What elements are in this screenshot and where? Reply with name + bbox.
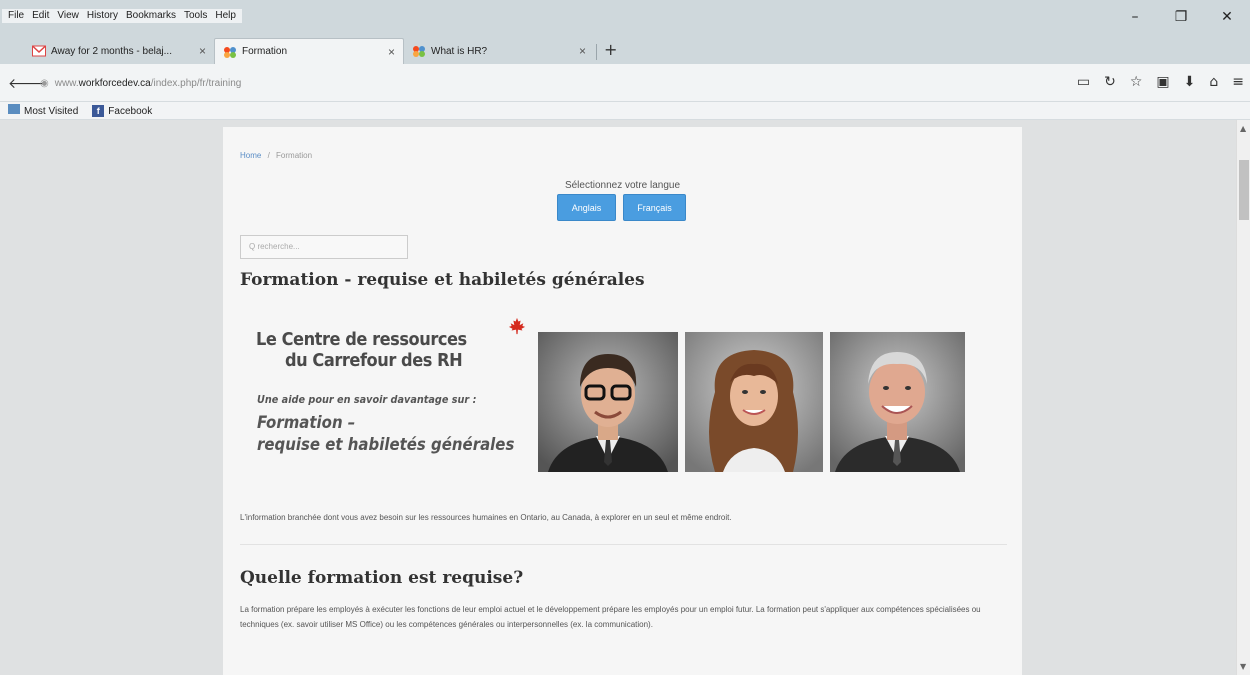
scroll-up-arrow-icon[interactable]: ▲ <box>1240 124 1246 133</box>
breadcrumb-separator: / <box>267 151 270 160</box>
scroll-down-arrow-icon[interactable]: ▼ <box>1240 662 1246 671</box>
scroll-thumb[interactable] <box>1239 160 1249 220</box>
intro-text: L'information branchée dont vous avez be… <box>240 513 732 522</box>
search-input[interactable]: Q recherche... <box>240 235 408 259</box>
navigation-bar: 🡐 ◉ www.workforcedev.ca/index.php/fr/trai… <box>0 64 1250 102</box>
breadcrumb: Home / Formation <box>240 151 312 160</box>
banner-line-3: Une aide pour en savoir davantage sur : <box>257 393 477 406</box>
url-path: /index.php/fr/training <box>150 78 242 89</box>
bookmark-label: Most Visited <box>24 106 79 117</box>
page-viewport: Home / Formation Sélectionnez votre lang… <box>8 120 1236 675</box>
close-tab-icon[interactable]: × <box>388 45 395 59</box>
tab-strip: Away for 2 months - belaj... × Formation… <box>0 34 1250 64</box>
most-visited-icon <box>8 104 20 114</box>
menu-history[interactable]: History <box>87 10 118 21</box>
tab-title: Away for 2 months - belaj... <box>51 45 172 57</box>
divider <box>240 544 1007 545</box>
banner-line-1: Le Centre de ressources <box>256 329 467 350</box>
tab-divider <box>596 44 597 60</box>
joomla-icon <box>223 46 237 58</box>
hero-banner: Le Centre de ressources du Carrefour des… <box>240 317 970 477</box>
menu-file[interactable]: File <box>8 10 24 21</box>
facebook-icon: f <box>92 104 105 117</box>
close-window-button[interactable]: ✕ <box>1204 4 1250 30</box>
breadcrumb-home-link[interactable]: Home <box>240 151 261 160</box>
joomla-icon <box>412 45 426 57</box>
vertical-scrollbar[interactable]: ▲ ▼ <box>1236 120 1250 675</box>
banner-line-5: requise et habiletés générales <box>257 435 515 455</box>
maple-leaf-icon <box>508 317 526 335</box>
menu-edit[interactable]: Edit <box>32 10 49 21</box>
language-label: Sélectionnez votre langue <box>564 180 681 191</box>
tab-title: What is HR? <box>431 45 488 57</box>
french-button[interactable]: Français <box>623 194 686 221</box>
minimize-button[interactable]: – <box>1112 4 1158 30</box>
english-button[interactable]: Anglais <box>557 194 616 221</box>
menu-tools[interactable]: Tools <box>184 10 207 21</box>
title-bar: File Edit View History Bookmarks Tools H… <box>0 0 1250 34</box>
url-prefix: www. <box>54 78 79 89</box>
bookmark-facebook[interactable]: f Facebook <box>92 104 153 117</box>
bookmark-label: Facebook <box>108 105 153 117</box>
tab-title: Formation <box>242 46 288 57</box>
menu-help[interactable]: Help <box>215 10 236 21</box>
gmail-icon <box>31 45 47 57</box>
url-bar[interactable]: ◉ www.workforcedev.ca/index.php/fr/traini… <box>30 73 1020 95</box>
page-container: Home / Formation Sélectionnez votre lang… <box>223 127 1022 675</box>
page-title: Formation - requise et habiletés général… <box>240 270 645 290</box>
globe-icon: ◉ <box>40 78 49 89</box>
reload-icon[interactable]: ↻ <box>1104 74 1116 90</box>
close-tab-icon[interactable]: × <box>579 44 586 58</box>
photo-man-glasses <box>538 332 678 472</box>
hamburger-menu-icon[interactable]: ≡ <box>1232 74 1244 90</box>
banner-line-2: du Carrefour des RH <box>285 350 463 371</box>
menu-bookmarks[interactable]: Bookmarks <box>126 10 176 21</box>
restore-button[interactable]: ❐ <box>1158 4 1204 30</box>
bookmarks-bar: Most Visited f Facebook <box>0 102 1250 120</box>
menu-bar: File Edit View History Bookmarks Tools H… <box>2 9 242 23</box>
home-icon[interactable]: ⌂ <box>1209 74 1218 90</box>
tab-formation[interactable]: Formation × <box>214 38 404 64</box>
photo-woman <box>685 332 823 472</box>
bookmark-star-icon[interactable]: ☆ <box>1130 74 1143 90</box>
bookmark-most-visited[interactable]: Most Visited <box>8 104 78 117</box>
breadcrumb-current: Formation <box>276 151 313 160</box>
banner-line-4: Formation – <box>257 413 356 433</box>
photo-older-man <box>830 332 965 472</box>
tab-what-is-hr[interactable]: What is HR? × <box>404 38 594 64</box>
close-tab-icon[interactable]: × <box>199 44 206 58</box>
reader-view-icon[interactable]: ▭ <box>1077 74 1090 90</box>
library-icon[interactable]: ▣ <box>1156 74 1169 90</box>
menu-view[interactable]: View <box>57 10 79 21</box>
download-icon[interactable]: ⬇ <box>1184 74 1196 90</box>
new-tab-button[interactable]: + <box>604 40 617 59</box>
tab-gmail[interactable]: Away for 2 months - belaj... × <box>24 38 214 64</box>
section-title: Quelle formation est requise? <box>240 568 524 588</box>
section-text: La formation prépare les employés à exéc… <box>240 605 981 629</box>
url-host: workforcedev.ca <box>78 78 151 89</box>
